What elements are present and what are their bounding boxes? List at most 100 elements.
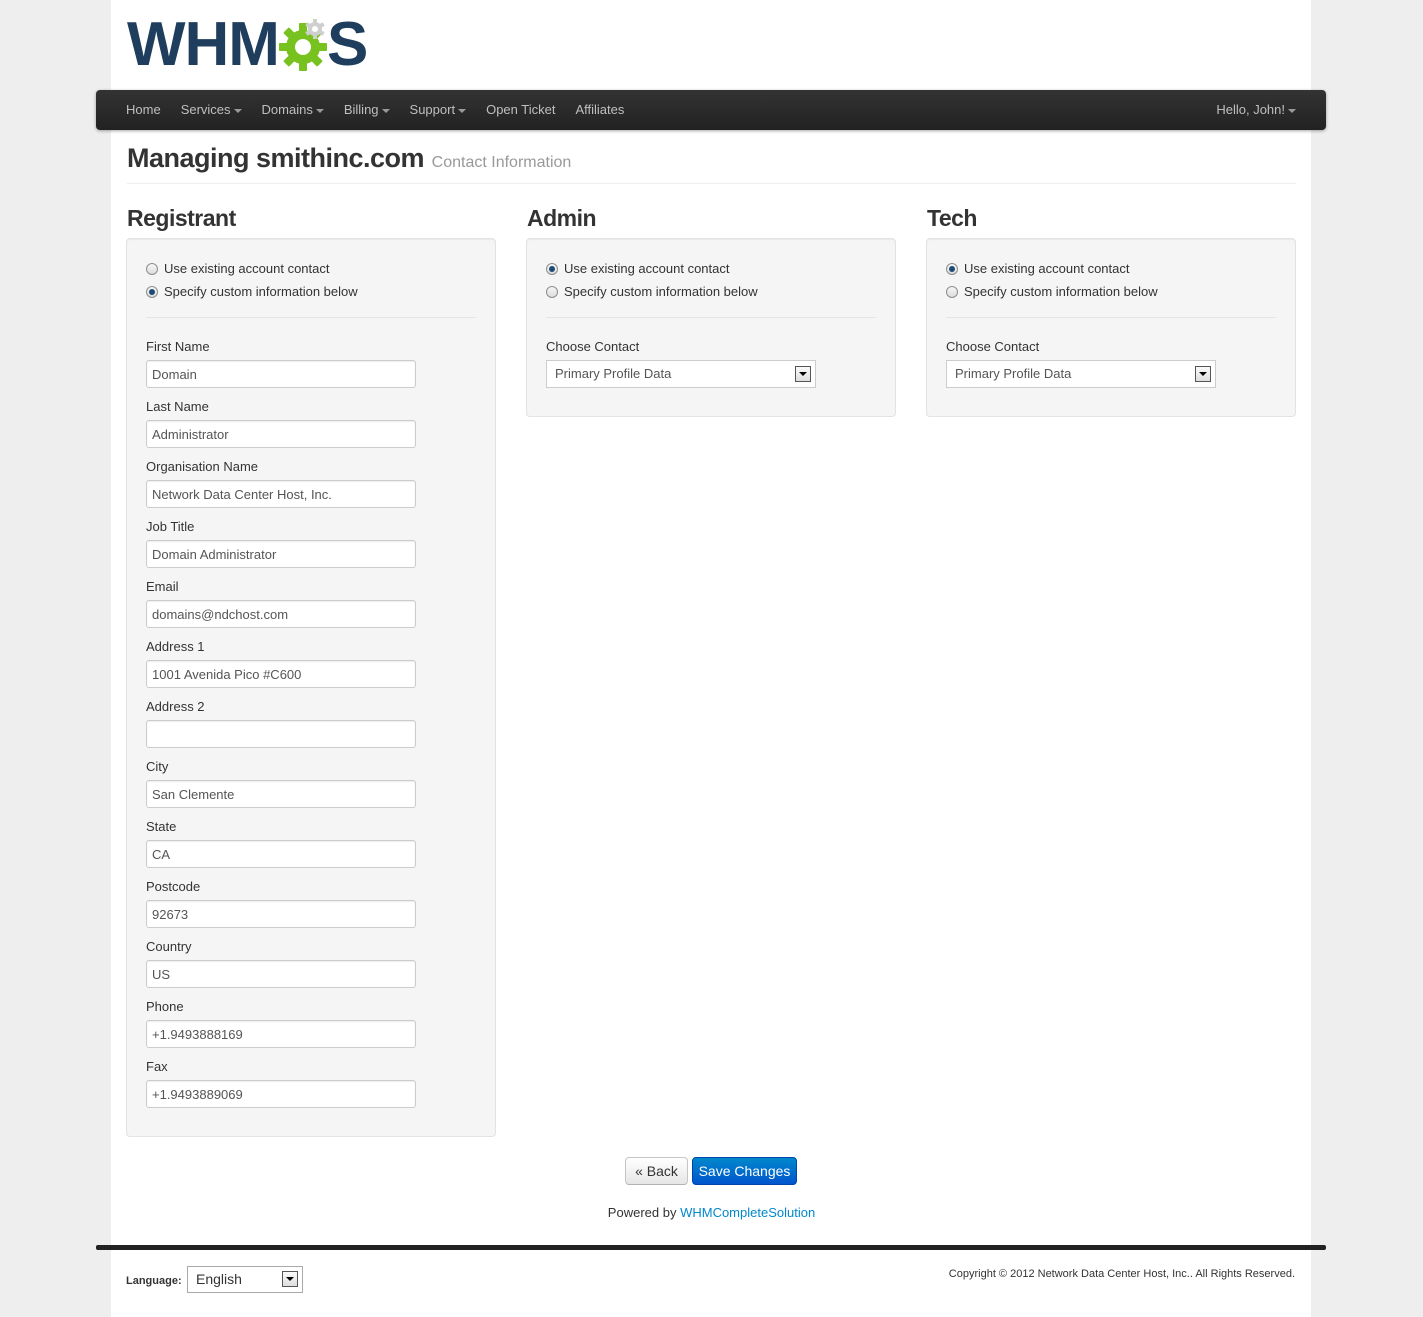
powered-by-text: Powered by [607,1205,677,1220]
radio-button[interactable] [946,285,958,298]
radio-label: Use existing account contact [164,261,330,276]
country-input[interactable] [146,960,416,988]
city-label: City [146,759,169,774]
radio-button-checked[interactable] [546,262,558,275]
registrant-panel: Use existing account contact Specify cus… [126,238,496,1137]
select-value: Primary Profile Data [555,366,672,381]
page-subtitle: Contact Information [431,154,572,171]
fax-label: Fax [146,1059,168,1074]
registrant-option-custom[interactable]: Specify custom information below [146,284,358,299]
admin-choose-contact-select[interactable]: Primary Profile Data [546,360,816,388]
country-label: Country [146,939,192,954]
organisation-name-label: Organisation Name [146,459,258,474]
first-name-input[interactable] [146,360,416,388]
footer-divider [96,1245,1326,1250]
address-1-input[interactable] [146,660,416,688]
language-value: English [196,1271,242,1287]
nav-item-label: Billing [343,102,379,117]
nav-item-support[interactable]: Support [400,90,477,130]
logo-text-left: WHM [127,10,280,79]
nav-menu: Home Services Domains Billing Support Op… [116,90,634,130]
select-value: Primary Profile Data [955,366,1072,381]
save-changes-button[interactable]: Save Changes [692,1157,797,1185]
radio-label: Use existing account contact [964,261,1130,276]
postcode-input[interactable] [146,900,416,928]
back-button[interactable]: « Back [625,1157,688,1185]
tech-heading: Tech [927,205,977,231]
last-name-label: Last Name [146,399,209,414]
dropdown-arrow-icon[interactable] [282,1271,298,1287]
radio-label: Use existing account contact [564,261,730,276]
nav-item-label: Domains [261,102,313,117]
dropdown-arrow-icon[interactable] [1195,366,1211,382]
phone-label: Phone [146,999,184,1014]
tech-option-existing[interactable]: Use existing account contact [946,261,1129,276]
whmcs-logo[interactable]: WHM S [127,10,368,79]
registrant-heading: Registrant [127,205,236,231]
job-title-input[interactable] [146,540,416,568]
admin-heading: Admin [527,205,597,231]
nav-item-home[interactable]: Home [116,90,171,130]
radio-label: Specify custom information below [964,284,1158,299]
nav-item-open-ticket[interactable]: Open Ticket [476,90,565,130]
user-menu[interactable]: Hello, John! [1206,90,1306,130]
page-title: Managing smithinc.com [127,143,425,173]
admin-option-existing[interactable]: Use existing account contact [546,261,729,276]
organisation-name-input[interactable] [146,480,416,508]
address-2-label: Address 2 [146,699,205,714]
whmcs-link[interactable]: WHMCompleteSolution [680,1205,815,1220]
user-menu-label: Hello, John! [1216,102,1285,117]
state-input[interactable] [146,840,416,868]
registrant-option-existing[interactable]: Use existing account contact [146,261,329,276]
divider [146,317,476,318]
nav-item-services[interactable]: Services [171,90,252,130]
caret-down-icon [315,108,324,113]
tech-panel: Use existing account contact Specify cus… [926,238,1296,417]
nav-item-affiliates[interactable]: Affiliates [565,90,634,130]
last-name-input[interactable] [146,420,416,448]
caret-down-icon [233,108,242,113]
email-input[interactable] [146,600,416,628]
tech-option-custom[interactable]: Specify custom information below [946,284,1158,299]
radio-button[interactable] [146,262,158,275]
radio-label: Specify custom information below [164,284,358,299]
copyright-text: Copyright © 2012 Network Data Center Hos… [948,1268,1295,1280]
caret-down-icon [458,108,467,113]
postcode-label: Postcode [146,879,201,894]
dropdown-arrow-icon[interactable] [795,366,811,382]
tech-choose-contact-select[interactable]: Primary Profile Data [946,360,1216,388]
language-select[interactable]: English [187,1266,303,1293]
admin-panel: Use existing account contact Specify cus… [526,238,896,417]
email-label: Email [146,579,179,594]
address-1-label: Address 1 [146,639,205,654]
admin-choose-contact-label: Choose Contact [546,339,640,354]
radio-label: Specify custom information below [564,284,758,299]
phone-input[interactable] [146,1020,416,1048]
state-label: State [146,819,177,834]
address-2-input[interactable] [146,720,416,748]
nav-item-label: Home [126,102,161,117]
nav-item-label: Services [180,102,231,117]
powered-by: Powered by WHMCompleteSolution [0,1205,1423,1220]
city-input[interactable] [146,780,416,808]
caret-down-icon [381,108,390,113]
page-header: Managing smithinc.com Contact Informatio… [127,143,1296,184]
radio-button[interactable] [546,285,558,298]
divider [546,317,876,318]
divider [946,317,1276,318]
gear-icon [278,19,327,71]
nav-item-domains[interactable]: Domains [252,90,334,130]
first-name-label: First Name [146,339,210,354]
language-label: Language: [126,1275,182,1287]
tech-choose-contact-label: Choose Contact [946,339,1040,354]
radio-button-checked[interactable] [146,285,158,298]
admin-option-custom[interactable]: Specify custom information below [546,284,758,299]
main-navbar: Home Services Domains Billing Support Op… [96,90,1326,130]
job-title-label: Job Title [146,519,195,534]
nav-item-billing[interactable]: Billing [334,90,400,130]
logo-text-right: S [326,10,368,79]
fax-input[interactable] [146,1080,416,1108]
radio-button-checked[interactable] [946,262,958,275]
caret-down-icon [1288,108,1296,113]
nav-item-label: Affiliates [575,102,625,117]
